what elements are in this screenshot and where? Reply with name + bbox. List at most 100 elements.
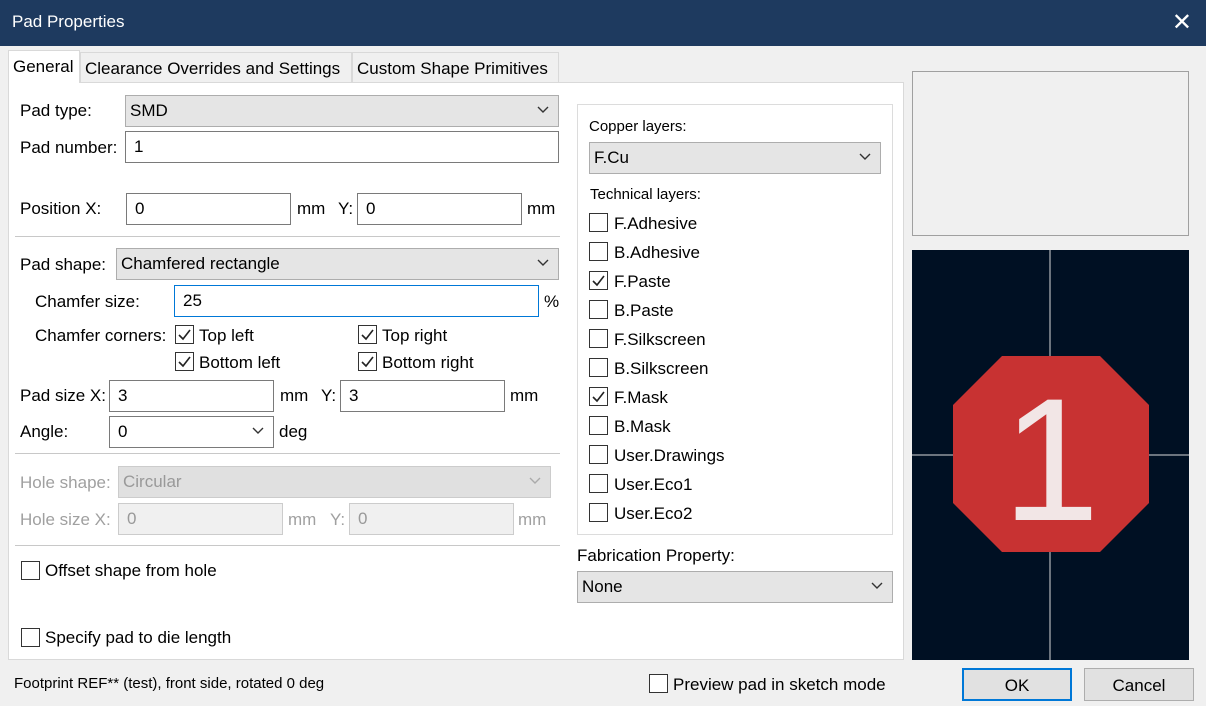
chamfer-size-label: Chamfer size: [35, 292, 140, 311]
tab-custom-shape-primitives[interactable]: Custom Shape Primitives [352, 52, 559, 82]
pad-number-label: Pad number: [20, 138, 118, 157]
copper-layers-label: Copper layers: [589, 118, 687, 135]
layer-label: User.Eco2 [614, 504, 693, 523]
chamfer-top-right-checkbox[interactable] [358, 325, 377, 344]
layer-checkbox[interactable] [589, 213, 608, 232]
fabrication-property-label: Fabrication Property: [577, 546, 735, 565]
hole-size-y-unit: mm [518, 510, 547, 529]
pad-preview-canvas[interactable]: 1 [912, 250, 1189, 660]
hole-size-x-unit: mm [288, 510, 317, 529]
angle-value: 0 [118, 422, 128, 441]
pad-size-y-label: Y: [321, 386, 337, 405]
die-length-label: Specify pad to die length [45, 628, 232, 647]
layer-checkbox[interactable] [589, 358, 608, 377]
title-bar: Pad Properties ✕ [0, 0, 1206, 46]
pad-shape-select[interactable]: Chamfered rectangle [116, 248, 559, 280]
layer-label: B.Silkscreen [614, 359, 709, 378]
pad-size-x-label: Pad size X: [20, 386, 106, 405]
pad-size-x-input[interactable]: 3 [109, 380, 274, 412]
pad-number-text: 1 [1002, 363, 1099, 558]
offset-shape-checkbox[interactable] [21, 561, 40, 580]
pad-type-label: Pad type: [20, 101, 92, 120]
pad-shape-value: Chamfered rectangle [121, 254, 280, 273]
ok-button[interactable]: OK [962, 668, 1072, 701]
chamfer-size-input[interactable]: 25 [174, 285, 539, 317]
window-title: Pad Properties [12, 12, 125, 31]
hole-size-x-input[interactable]: 0 [118, 503, 283, 535]
layer-label: User.Eco1 [614, 475, 693, 494]
checkmark-icon [592, 275, 605, 287]
chamfer-size-unit: % [544, 292, 560, 311]
angle-unit: deg [279, 422, 308, 441]
chamfer-top-left-label: Top left [199, 326, 254, 345]
checkmark-icon [361, 329, 374, 341]
position-y-input[interactable]: 0 [357, 193, 522, 225]
layer-label: F.Silkscreen [614, 330, 706, 349]
pad-number-input[interactable]: 1 [125, 131, 559, 163]
preview-top-panel [912, 71, 1189, 236]
chevron-down-icon [536, 101, 550, 115]
pad-size-y-unit: mm [510, 386, 539, 405]
technical-layers-label: Technical layers: [590, 186, 701, 203]
layer-checkbox[interactable] [589, 503, 608, 522]
pad-size-y-input[interactable]: 3 [340, 380, 505, 412]
tab-clearance-label: Clearance Overrides and Settings [85, 59, 341, 78]
sketch-mode-label: Preview pad in sketch mode [673, 675, 886, 694]
hole-size-y-label: Y: [330, 510, 346, 529]
pad-shape-label: Pad shape: [20, 255, 107, 274]
separator [15, 545, 560, 546]
layer-label: User.Drawings [614, 446, 725, 465]
layer-checkbox[interactable] [589, 271, 608, 290]
die-length-checkbox[interactable] [21, 628, 40, 647]
layer-checkbox[interactable] [589, 329, 608, 348]
close-icon[interactable]: ✕ [1172, 8, 1192, 37]
hole-size-y-input[interactable]: 0 [349, 503, 514, 535]
position-x-label: Position X: [20, 199, 102, 218]
layer-label: B.Mask [614, 417, 671, 436]
checkmark-icon [178, 329, 191, 341]
copper-layers-value: F.Cu [594, 148, 629, 167]
pad-size-x-unit: mm [280, 386, 309, 405]
chamfer-top-right-label: Top right [382, 326, 448, 345]
position-x-unit: mm [297, 199, 326, 218]
chamfer-top-left-checkbox[interactable] [175, 325, 194, 344]
tab-clearance-overrides[interactable]: Clearance Overrides and Settings [80, 52, 352, 82]
position-x-input[interactable]: 0 [126, 193, 291, 225]
checkmark-icon [592, 391, 605, 403]
checkmark-icon [361, 356, 374, 368]
copper-layers-select[interactable]: F.Cu [589, 142, 881, 174]
chevron-down-icon [528, 472, 542, 486]
layer-label: F.Adhesive [614, 214, 698, 233]
checkmark-icon [178, 356, 191, 368]
chamfer-corners-label: Chamfer corners: [35, 326, 167, 345]
tab-custom-shape-label: Custom Shape Primitives [357, 59, 548, 78]
separator [15, 453, 560, 454]
fabrication-property-select[interactable]: None [577, 571, 893, 603]
chevron-down-icon [870, 577, 884, 591]
hole-shape-select[interactable]: Circular [118, 466, 551, 498]
layer-label: F.Paste [614, 272, 671, 291]
angle-label: Angle: [20, 422, 69, 441]
chevron-down-icon [251, 422, 265, 436]
tab-general[interactable]: General [8, 50, 80, 83]
layer-checkbox[interactable] [589, 242, 608, 261]
angle-combo[interactable]: 0 [109, 416, 274, 448]
chamfer-bottom-right-checkbox[interactable] [358, 352, 377, 371]
layer-checkbox[interactable] [589, 416, 608, 435]
chamfer-bottom-left-checkbox[interactable] [175, 352, 194, 371]
chamfer-bottom-right-label: Bottom right [382, 353, 474, 372]
tab-general-label: General [13, 57, 74, 76]
layer-checkbox[interactable] [589, 474, 608, 493]
layer-checkbox[interactable] [589, 445, 608, 464]
fabrication-property-value: None [582, 577, 623, 596]
offset-shape-label: Offset shape from hole [45, 561, 217, 580]
layer-checkbox[interactable] [589, 300, 608, 319]
sketch-mode-checkbox[interactable] [649, 674, 668, 693]
pad-type-select[interactable]: SMD [125, 95, 559, 127]
separator [15, 236, 560, 237]
chevron-down-icon [536, 254, 550, 268]
hole-shape-value: Circular [123, 472, 182, 491]
hole-size-x-label: Hole size X: [20, 510, 111, 529]
cancel-button[interactable]: Cancel [1084, 668, 1194, 701]
layer-checkbox[interactable] [589, 387, 608, 406]
